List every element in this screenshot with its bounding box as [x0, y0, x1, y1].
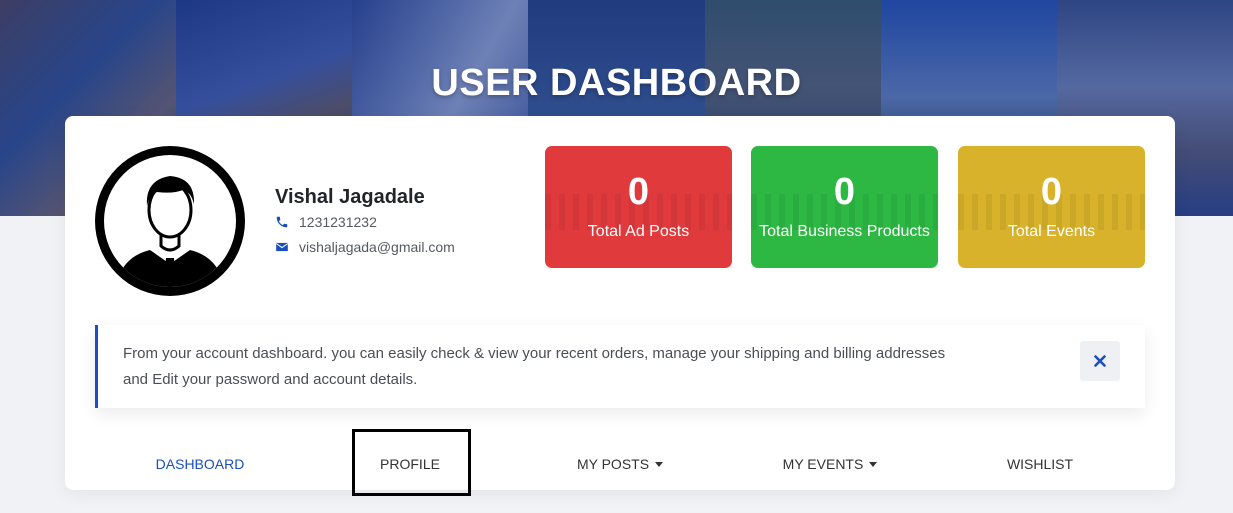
user-avatar-icon [95, 146, 245, 296]
nav-item-wishlist[interactable]: WISHLIST [935, 438, 1145, 490]
email-row: vishaljagada@gmail.com [275, 239, 455, 255]
nav-label: MY EVENTS [782, 456, 864, 472]
stat-label: Total Business Products [759, 223, 930, 240]
stat-card-ad-posts[interactable]: 0 Total Ad Posts [545, 146, 732, 268]
phone-row: 1231231232 [275, 214, 377, 230]
dashboard-nav: DASHBOARD PROFILE MY POSTS MY EVENTS WIS… [95, 438, 1145, 490]
nav-item-my-posts[interactable]: MY POSTS [515, 438, 725, 490]
dashboard-card: Vishal Jagadale 1231231232 vishaljagada@… [65, 116, 1175, 490]
info-notice: From your account dashboard. you can eas… [95, 325, 1145, 408]
stat-value: 0 [627, 171, 650, 213]
stat-card-events[interactable]: 0 Total Events [958, 146, 1145, 268]
nav-label: MY POSTS [576, 456, 650, 472]
caret-down-icon [655, 461, 664, 467]
nav-label: PROFILE [380, 456, 440, 472]
nav-label: DASHBOARD [155, 456, 245, 472]
stat-value: 0 [1040, 171, 1063, 213]
stat-value: 0 [833, 171, 856, 213]
nav-item-profile[interactable]: PROFILE [305, 438, 515, 490]
stat-label: Total Ad Posts [587, 223, 690, 240]
avatar [95, 146, 245, 296]
phone-icon [275, 215, 289, 229]
nav-label: WISHLIST [1006, 456, 1074, 472]
nav-item-dashboard[interactable]: DASHBOARD [95, 438, 305, 490]
nav-item-my-events[interactable]: MY EVENTS [725, 438, 935, 490]
stat-label: Total Events [1007, 223, 1096, 240]
phone-number: 1231231232 [299, 214, 377, 230]
envelope-icon [275, 240, 289, 254]
notice-text: From your account dashboard. you can eas… [123, 345, 946, 388]
page-title: USER DASHBOARD [431, 62, 802, 104]
stat-card-business-products[interactable]: 0 Total Business Products [751, 146, 938, 268]
profile-name: Vishal Jagadale [275, 186, 425, 208]
close-icon [1094, 355, 1106, 367]
caret-down-icon [869, 461, 878, 467]
email-address: vishaljagada@gmail.com [299, 239, 455, 255]
close-notice-button[interactable] [1080, 341, 1120, 381]
